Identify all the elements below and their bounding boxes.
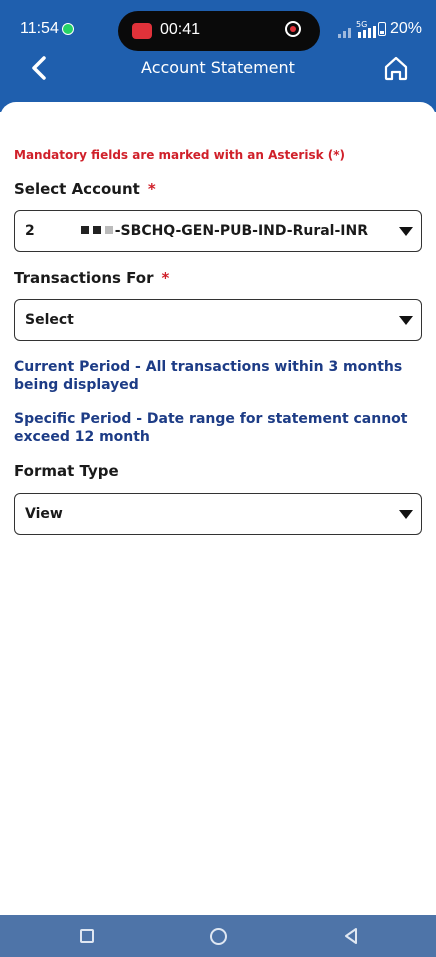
required-asterisk: * xyxy=(147,180,156,198)
system-home-icon[interactable] xyxy=(210,928,227,945)
format-type-value: View xyxy=(25,506,63,522)
dropdown-arrow-icon xyxy=(399,510,413,519)
dropdown-arrow-icon xyxy=(399,316,413,325)
transactions-for-label: Transactions For * xyxy=(14,269,170,287)
format-type-dropdown[interactable]: View xyxy=(14,493,422,535)
system-back-icon[interactable] xyxy=(342,927,360,945)
select-account-dropdown[interactable]: 2 -SBCHQ-GEN-PUB-IND-Rural-INR xyxy=(14,210,422,252)
selected-account-value: 2 -SBCHQ-GEN-PUB-IND-Rural-INR xyxy=(25,223,369,239)
transactions-for-dropdown[interactable]: Select xyxy=(14,299,422,341)
specific-period-info: Specific Period - Date range for stateme… xyxy=(14,411,408,445)
whatsapp-notification-icon xyxy=(62,23,74,35)
current-period-info: Current Period - All transactions within… xyxy=(14,359,403,393)
app-header: 11:54 00:41 5G 20% Account Statement xyxy=(0,0,436,112)
recording-camera-icon xyxy=(132,23,152,39)
signal-icon: 5G xyxy=(338,20,376,38)
recording-stop-icon[interactable] xyxy=(285,21,301,37)
recording-time: 00:41 xyxy=(160,21,201,38)
form-panel: Mandatory fields are marked with an Aste… xyxy=(0,102,436,915)
masked-digit xyxy=(92,226,101,234)
screen-recording-pill[interactable]: 00:41 xyxy=(118,11,320,51)
recent-apps-icon[interactable] xyxy=(80,929,94,943)
masked-digit xyxy=(80,226,89,234)
dropdown-arrow-icon xyxy=(399,227,413,236)
status-bar: 11:54 00:41 5G 20% xyxy=(0,0,436,52)
select-account-label: Select Account * xyxy=(14,180,156,198)
masked-digit xyxy=(104,226,113,234)
page-title: Account Statement xyxy=(141,58,295,77)
transactions-for-value: Select xyxy=(25,312,74,328)
format-type-label: Format Type xyxy=(14,462,119,480)
status-time: 11:54 xyxy=(20,20,59,37)
mandatory-note: Mandatory fields are marked with an Aste… xyxy=(14,148,345,162)
title-bar: Account Statement xyxy=(0,52,436,88)
battery-icon xyxy=(378,22,386,36)
home-button[interactable] xyxy=(380,52,412,84)
system-navigation-bar xyxy=(0,915,436,957)
network-type-label: 5G xyxy=(356,20,368,29)
required-asterisk: * xyxy=(161,269,170,287)
home-icon xyxy=(384,56,408,81)
battery-percent: 20% xyxy=(390,20,423,37)
